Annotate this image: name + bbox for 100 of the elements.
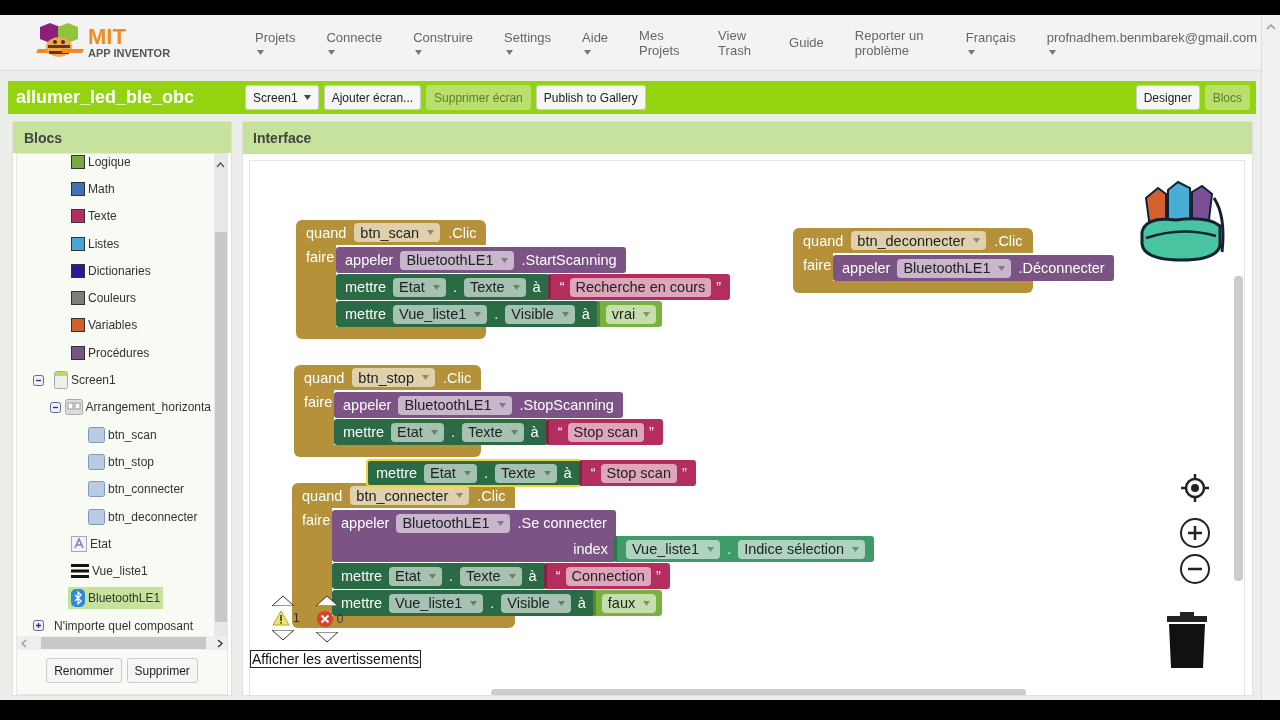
tree-item[interactable]: Variables — [68, 314, 141, 337]
collapse-icon[interactable] — [50, 401, 61, 413]
text-value[interactable]: Connection — [565, 566, 651, 586]
component-dropdown[interactable]: Etat — [389, 566, 442, 586]
component-dropdown[interactable]: BluetoothLE1 — [400, 250, 515, 270]
property-dropdown[interactable]: Visible — [501, 593, 571, 613]
tree-item[interactable]: Procédures — [68, 341, 153, 364]
tree-item[interactable]: Screen1 — [51, 369, 119, 391]
tree-item[interactable]: Dictionaries — [68, 259, 154, 282]
tree-item[interactable]: btn_deconnecter — [85, 505, 201, 528]
action-button[interactable]: Supprimer — [126, 658, 198, 683]
tree-item[interactable]: btn_connecter — [85, 478, 188, 501]
menu-item[interactable]: View Trash — [718, 27, 759, 58]
component-dropdown[interactable]: BluetoothLE1 — [897, 258, 1012, 278]
block-keyword: . — [494, 306, 499, 322]
scroll-right-icon[interactable] — [217, 638, 223, 648]
block-keyword: à — [528, 568, 537, 584]
quote-mark: ” — [655, 568, 661, 584]
caret-icon — [474, 311, 482, 317]
caret-icon — [998, 265, 1006, 271]
screen-dropdown[interactable]: Screen1 — [245, 85, 319, 110]
warning-icon — [272, 610, 290, 626]
boolean-dropdown[interactable]: vrai — [605, 304, 657, 324]
arrow-down-icon[interactable] — [315, 632, 338, 642]
arrow-down-icon[interactable] — [272, 630, 294, 640]
component-dropdown[interactable]: Etat — [391, 422, 444, 442]
component-dropdown[interactable]: BluetoothLE1 — [398, 395, 513, 415]
caret-icon — [303, 95, 311, 100]
menu-item[interactable]: Mes Projets — [639, 27, 688, 58]
component-dropdown[interactable]: BluetoothLE1 — [396, 513, 511, 533]
scrollbar-thumb[interactable] — [1234, 276, 1243, 581]
block-keyword: mettre — [345, 306, 387, 322]
boolean-dropdown[interactable]: faux — [601, 593, 657, 613]
block-keyword: .Clic — [442, 369, 472, 386]
block-keyword: mettre — [341, 568, 383, 584]
toolbar-button[interactable]: Publish to Gallery — [535, 85, 646, 110]
arrow-up-icon[interactable] — [315, 596, 338, 606]
scrollbar-thumb[interactable] — [214, 232, 227, 622]
menu-item[interactable]: Reporter un problème — [854, 27, 935, 58]
component-dropdown[interactable]: Etat — [424, 463, 477, 483]
menu-item[interactable]: Guide — [789, 35, 824, 50]
block-keyword: .StartScanning — [521, 252, 617, 268]
view-tab[interactable]: Designer — [1135, 85, 1200, 110]
menu-item[interactable]: Settings — [504, 30, 552, 55]
tree-item[interactable]: Texte — [68, 205, 120, 228]
panel-title: Blocs — [13, 122, 231, 153]
menu-item[interactable]: profnadhem.benmbarek@gmail.com — [1046, 30, 1258, 55]
tree-item[interactable]: Math — [68, 177, 118, 200]
property-dropdown[interactable]: Texte — [463, 277, 526, 297]
tree-item[interactable]: Arrangement_horizonta — [61, 396, 214, 419]
component-dropdown[interactable]: btn_deconnecter — [851, 231, 987, 250]
collapse-icon[interactable] — [33, 374, 44, 386]
property-dropdown[interactable]: Texte — [494, 463, 557, 483]
text-value[interactable]: Stop scan — [567, 422, 644, 442]
tree-item[interactable]: Logique — [68, 150, 134, 173]
action-button[interactable]: Renommer — [46, 658, 122, 683]
tree-item[interactable]: BluetoothLE1 — [68, 587, 164, 610]
show-warnings-toggle[interactable]: Afficher les avertissements — [250, 650, 422, 668]
text-value[interactable]: Recherche en cours — [569, 277, 712, 297]
scrollbar-thumb[interactable] — [41, 637, 206, 649]
zoom-in-icon[interactable] — [1179, 517, 1211, 549]
menu-item[interactable]: Construire — [413, 30, 474, 55]
property-dropdown[interactable]: Indice sélection — [738, 539, 866, 559]
component-dropdown[interactable]: btn_stop — [352, 368, 435, 387]
quote-mark: “ — [559, 279, 565, 295]
component-dropdown[interactable]: Etat — [393, 277, 446, 297]
trash-icon[interactable] — [1165, 612, 1209, 670]
toolbar-button[interactable]: Ajouter écran... — [323, 85, 422, 110]
component-dropdown[interactable]: btn_connecter — [350, 486, 470, 505]
scroll-up-icon[interactable] — [216, 162, 225, 168]
tree-item[interactable]: Etat — [68, 532, 115, 555]
tree-item[interactable]: Listes — [68, 232, 123, 255]
expand-icon[interactable] — [33, 620, 44, 632]
caret-icon — [499, 402, 507, 408]
zoom-out-icon[interactable] — [1179, 553, 1211, 585]
block-keyword: quand — [306, 224, 347, 241]
tree-item[interactable]: btn_stop — [85, 450, 158, 473]
logo-title: MIT — [88, 26, 127, 48]
menu-item[interactable]: Français — [965, 30, 1016, 55]
component-dropdown[interactable]: Vue_liste1 — [625, 539, 721, 559]
property-dropdown[interactable]: Texte — [461, 422, 524, 442]
tree-item[interactable]: btn_scan — [85, 423, 160, 446]
component-dropdown[interactable]: btn_scan — [354, 223, 441, 242]
component-dropdown[interactable]: Vue_liste1 — [389, 593, 484, 613]
arrow-up-icon[interactable] — [272, 596, 294, 606]
caret-icon — [497, 520, 505, 526]
caret-icon — [510, 429, 518, 435]
scrollbar-thumb[interactable] — [491, 689, 1026, 695]
text-value[interactable]: Stop scan — [600, 463, 677, 483]
property-dropdown[interactable]: Visible — [505, 304, 575, 324]
tree-item[interactable]: Couleurs — [68, 287, 140, 310]
locate-icon[interactable] — [1179, 472, 1211, 504]
tree-item[interactable]: N'importe quel composant — [51, 614, 197, 636]
block-keyword: appeler — [345, 252, 394, 268]
property-dropdown[interactable]: Texte — [459, 566, 522, 586]
menu-item[interactable]: Aide — [582, 30, 609, 55]
menu-item[interactable]: Connecte — [326, 30, 383, 55]
menu-item[interactable]: Projets — [255, 30, 296, 55]
component-dropdown[interactable]: Vue_liste1 — [393, 304, 488, 324]
tree-item[interactable]: Vue_liste1 — [68, 560, 151, 583]
